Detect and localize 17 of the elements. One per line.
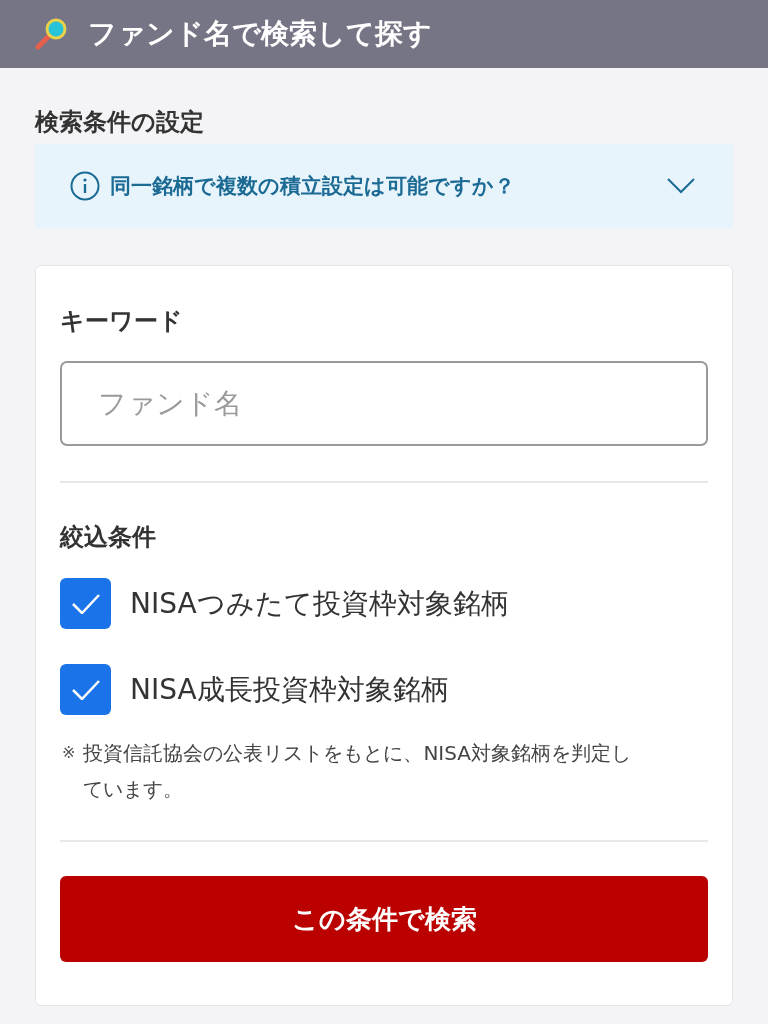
search-button[interactable]: この条件で検索 (60, 876, 708, 962)
checkbox-label: NISAつみたて投資枠対象銘柄 (130, 589, 509, 618)
info-icon (70, 171, 100, 201)
note-text: 投資信託協会の公表リストをもとに、NISA対象銘柄を判定しています。 (83, 740, 632, 803)
checkbox[interactable] (60, 664, 111, 715)
page-title: ファンド名で検索して探す (88, 20, 432, 48)
check-icon (71, 679, 100, 700)
checkbox-label: NISA成長投資枠対象銘柄 (130, 675, 449, 704)
section-title: 検索条件の設定 (35, 110, 205, 134)
note-mark: ※ (62, 742, 76, 764)
keyword-input-field[interactable]: ファンド名 (60, 361, 708, 446)
check-icon (71, 593, 100, 614)
filter-title: 絞込条件 (60, 525, 157, 549)
faq-accordion[interactable]: 同一銘柄で複数の積立設定は可能ですか？ (35, 144, 733, 228)
keyword-label: キーワード (60, 309, 184, 333)
magnifier-icon (34, 17, 68, 51)
checkbox[interactable] (60, 578, 111, 629)
